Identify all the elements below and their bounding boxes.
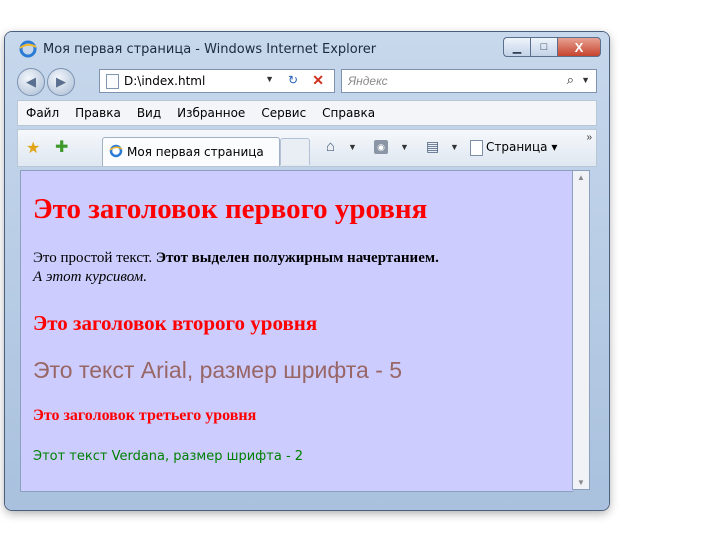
menu-help[interactable]: Справка [314,106,383,120]
arial-text: Это текст Arial, размер шрифта - 5 [33,357,403,383]
menu-edit[interactable]: Правка [67,106,129,120]
forward-button[interactable]: ▶ [47,68,75,96]
refresh-icon[interactable]: ↻ [288,73,298,87]
search-input[interactable]: Яндекс [348,74,388,88]
page-document-icon [106,74,119,89]
address-input[interactable]: D:\index.html [124,74,205,88]
heading-level-2: Это заголовок второго уровня [33,311,318,335]
back-button[interactable]: ◀ [17,68,45,96]
home-icon[interactable]: ⌂ [326,138,335,155]
window-title: Моя первая страница - Windows Internet E… [43,42,377,57]
menu-tools[interactable]: Сервис [253,106,314,120]
window-controls: ▁ □ X [503,37,601,57]
address-bar[interactable]: D:\index.html ▼ ↻ ✕ [99,69,335,93]
minimize-button[interactable]: ▁ [503,37,530,57]
page-menu-button[interactable]: Страница ▾ [486,140,557,154]
search-dropdown-icon[interactable]: ▼ [581,75,590,85]
menu-bar: Файл Правка Вид Избранное Сервис Справка [17,100,597,126]
verdana-text: Этот текст Verdana, размер шрифта - 2 [33,449,304,464]
bold-text: Этот выделен полужирным начертанием. [155,250,439,266]
heading-level-3: Это заголовок третьего уровня [33,407,257,424]
plain-text: Это простой текст. [33,250,156,266]
favorites-star-icon[interactable]: ★ [26,138,40,158]
address-dropdown-icon[interactable]: ▼ [265,74,274,84]
paragraph: Это простой текст. Этот выделен полужирн… [33,249,439,287]
home-dropdown-icon[interactable]: ▼ [348,142,357,152]
close-icon: X [574,39,584,55]
rss-feed-icon[interactable]: ◉ [374,140,388,154]
scroll-down-icon[interactable]: ▼ [573,478,589,487]
tab-label: Моя первая страница [127,145,264,159]
print-icon[interactable]: ▤ [426,138,439,155]
new-tab-button[interactable] [280,138,310,165]
heading-level-1: Это заголовок первого уровня [33,193,428,225]
internet-explorer-icon [109,144,123,158]
italic-text: А этот курсивом. [33,269,147,285]
close-button[interactable]: X [557,37,601,57]
command-bar: ★ ✚ Моя первая страница ⌂ ▼ ◉ ▼ ▤ ▼ Стра… [17,129,597,167]
page-content: Это заголовок первого уровня Это простой… [20,170,573,492]
maximize-button[interactable]: □ [530,37,557,57]
vertical-scrollbar[interactable]: ▲ ▼ [572,170,590,490]
back-arrow-icon: ◀ [26,74,36,89]
rss-dropdown-icon[interactable]: ▼ [400,142,409,152]
maximize-icon: □ [540,41,548,53]
print-dropdown-icon[interactable]: ▼ [450,142,459,152]
navigation-row: ◀ ▶ D:\index.html ▼ ↻ ✕ Яндекс ⌕ ▼ [17,68,597,96]
stop-icon[interactable]: ✕ [312,72,324,89]
tab-current-page[interactable]: Моя первая страница [102,137,280,166]
menu-file[interactable]: Файл [18,106,67,120]
minimize-icon: ▁ [512,41,522,54]
menu-view[interactable]: Вид [129,106,169,120]
more-commands-icon[interactable]: » [586,132,592,143]
search-box[interactable]: Яндекс ⌕ ▼ [341,69,597,93]
title-bar[interactable]: Моя первая страница - Windows Internet E… [5,32,609,64]
page-icon [470,140,483,156]
page-menu-label: Страница [486,140,548,154]
menu-favorites[interactable]: Избранное [169,106,253,120]
scroll-up-icon[interactable]: ▲ [573,173,589,182]
forward-arrow-icon: ▶ [56,74,66,89]
internet-explorer-icon [19,40,37,58]
add-favorites-icon[interactable]: ✚ [55,137,68,157]
search-icon[interactable]: ⌕ [567,72,574,88]
